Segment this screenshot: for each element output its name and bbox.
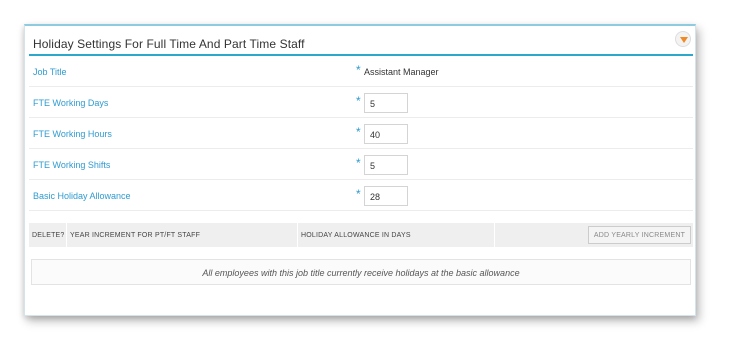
fte-working-hours-label: FTE Working Hours: [33, 129, 112, 139]
info-message: All employees with this job title curren…: [31, 259, 691, 285]
job-title-label: Job Title: [33, 67, 67, 77]
panel-header: Holiday Settings For Full Time And Part …: [29, 28, 693, 56]
required-marker: *: [356, 125, 361, 139]
fte-working-shifts-input[interactable]: 5: [364, 155, 408, 175]
required-marker: *: [356, 63, 361, 77]
field-row-fte-working-shifts: FTE Working Shifts * 5: [29, 149, 693, 180]
fte-working-hours-input[interactable]: 40: [364, 124, 408, 144]
job-title-value: Assistant Manager: [364, 67, 439, 77]
fte-working-shifts-label: FTE Working Shifts: [33, 160, 111, 170]
fte-working-days-input[interactable]: 5: [364, 93, 408, 113]
required-marker: *: [356, 187, 361, 201]
add-yearly-increment-button[interactable]: ADD YEARLY INCREMENT: [588, 226, 691, 244]
basic-holiday-allowance-input[interactable]: 28: [364, 186, 408, 206]
fte-working-days-label: FTE Working Days: [33, 98, 109, 108]
basic-holiday-allowance-label: Basic Holiday Allowance: [33, 191, 131, 201]
field-row-job-title: Job Title * Assistant Manager: [29, 56, 693, 87]
column-header-year-increment: YEAR INCREMENT FOR PT/FT STAFF: [67, 223, 297, 247]
increment-table-header: DELETE? YEAR INCREMENT FOR PT/FT STAFF H…: [29, 223, 693, 247]
holiday-settings-panel: Holiday Settings For Full Time And Part …: [24, 24, 696, 316]
field-row-fte-working-hours: FTE Working Hours * 40: [29, 118, 693, 149]
required-marker: *: [356, 94, 361, 108]
field-row-basic-holiday-allowance: Basic Holiday Allowance * 28: [29, 180, 693, 211]
panel-title: Holiday Settings For Full Time And Part …: [33, 37, 305, 51]
chevron-down-icon[interactable]: [675, 31, 691, 47]
column-header-delete: DELETE?: [29, 223, 66, 247]
required-marker: *: [356, 156, 361, 170]
field-row-fte-working-days: FTE Working Days * 5: [29, 87, 693, 118]
column-header-holiday-allowance: HOLIDAY ALLOWANCE IN DAYS: [298, 223, 494, 247]
